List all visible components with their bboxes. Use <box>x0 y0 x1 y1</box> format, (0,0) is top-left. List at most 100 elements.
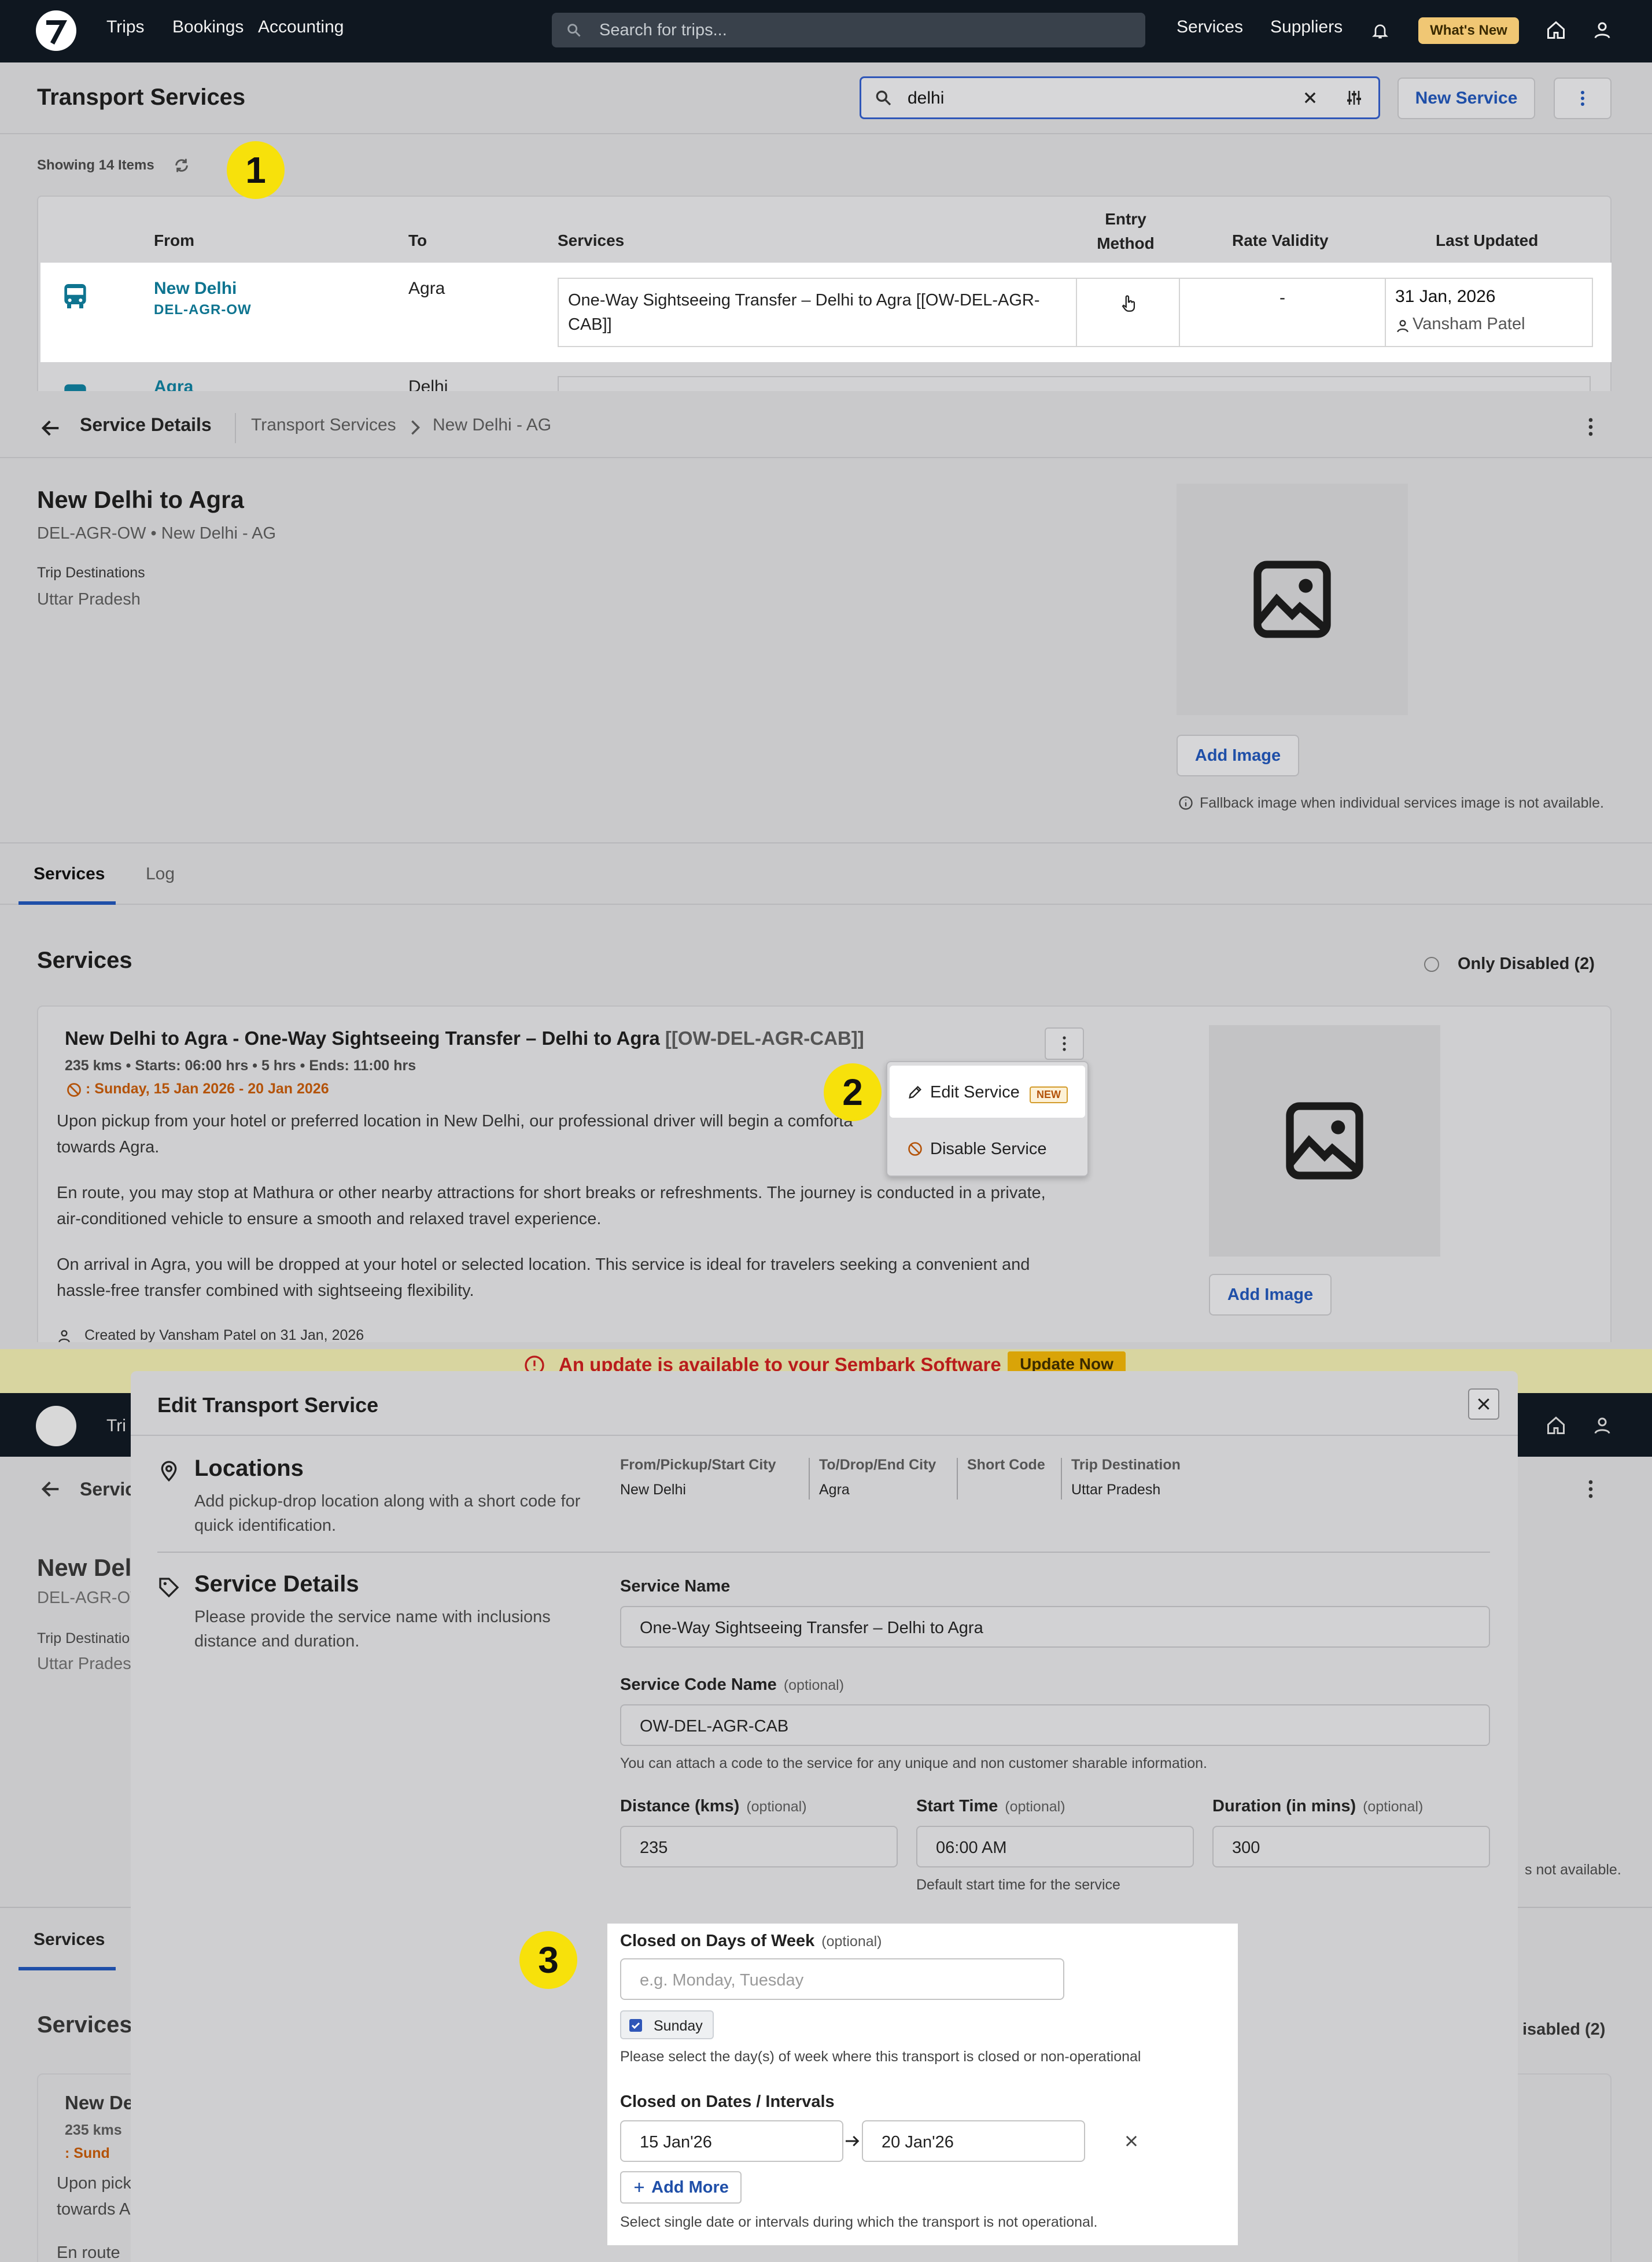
optional-tag: (optional) <box>821 1933 882 1950</box>
distance-input[interactable]: 235 <box>620 1826 898 1867</box>
only-disabled-label[interactable]: Only Disabled (2) <box>1458 955 1595 974</box>
user-icon[interactable] <box>1592 20 1613 40</box>
service-card-title: New Delhi to Agra - One-Way Sightseeing … <box>65 1027 864 1049</box>
disable-service-label: Disable Service <box>930 1140 1047 1158</box>
only-disabled-radio[interactable] <box>1424 957 1439 972</box>
service-description: Upon pick towards A <box>57 2171 131 2223</box>
close-modal-button[interactable] <box>1468 1388 1499 1420</box>
row-entry-method-cell <box>1076 278 1180 347</box>
day-chip-sunday[interactable]: Sunday <box>620 2010 714 2039</box>
new-service-button[interactable]: New Service <box>1397 78 1535 119</box>
edit-service-label: Edit Service <box>930 1083 1020 1101</box>
meta-distance: 235 kms <box>65 1058 122 1074</box>
row-to-city: Agra <box>408 279 445 298</box>
app-logo <box>36 1406 76 1446</box>
service-closed-dates: : Sunday, 15 Jan 2026 - 20 Jan 2026 <box>86 1081 329 1097</box>
nav-bookings[interactable]: Bookings <box>172 17 244 37</box>
vertical-dots-icon[interactable] <box>1585 415 1596 439</box>
service-code-hint: You can attach a code to the service for… <box>620 1755 1207 1771</box>
hand-pointer-icon <box>1122 295 1135 312</box>
tab-log[interactable]: Log <box>146 864 175 884</box>
add-more-label: Add More <box>651 2178 729 2197</box>
app-logo[interactable] <box>36 10 76 51</box>
row-service-cell <box>558 376 1591 391</box>
locations-section-desc: Add pickup-drop location along with a sh… <box>194 1489 580 1538</box>
closed-days-input[interactable]: e.g. Monday, Tuesday <box>620 1958 1064 2000</box>
services-search-input[interactable]: delhi <box>860 76 1380 119</box>
closed-date-from-input[interactable]: 15 Jan'26 <box>620 2120 843 2162</box>
details-header-title: Service Details <box>80 414 212 435</box>
nav-services[interactable]: Services <box>1177 17 1243 37</box>
details-tabs <box>0 842 1652 905</box>
add-image-button[interactable]: Add Image <box>1177 735 1299 776</box>
location-pin-icon <box>161 1461 177 1482</box>
description-line: En route, you may stop at Mathura or oth… <box>57 1184 1046 1202</box>
top-navbar: Trips Bookings Accounting Search for tri… <box>0 0 1652 62</box>
service-add-image-button[interactable]: Add Image <box>1209 1274 1332 1316</box>
clear-search-icon[interactable] <box>1302 90 1318 106</box>
description-line: towards A <box>57 2200 131 2219</box>
vertical-dots-icon <box>1588 1480 1593 1498</box>
col-rate-validity: Rate Validity <box>1232 231 1329 249</box>
row-from-city[interactable]: New Delhi <box>154 279 237 299</box>
row-service-cell[interactable]: One-Way Sightseeing Transfer – Delhi to … <box>558 278 1077 347</box>
plus-icon <box>635 2183 644 2192</box>
description-line: air-conditioned vehicle to ensure a smoo… <box>57 1210 602 1228</box>
nav-accounting[interactable]: Accounting <box>258 17 344 37</box>
location-trip-destination: Trip Destination Uttar Pradesh <box>1071 1457 1181 1498</box>
col-last-updated: Last Updated <box>1436 231 1539 249</box>
menu-item-edit-service[interactable]: Edit Service NEW <box>890 1066 1085 1118</box>
more-options-button[interactable] <box>1554 78 1612 119</box>
row-rate-validity: - <box>1279 288 1285 307</box>
breadcrumb-transport-services[interactable]: Transport Services <box>251 415 396 435</box>
service-code: DEL-AGR-OV <box>37 1589 142 1607</box>
filter-sliders-icon[interactable] <box>1345 89 1363 107</box>
service-code-input[interactable]: OW-DEL-AGR-CAB <box>620 1704 1490 1746</box>
service-code-label-text: Service Code Name <box>620 1675 777 1694</box>
service-description: On arrival in Agra, you will be dropped … <box>57 1252 1098 1304</box>
home-icon[interactable] <box>1546 20 1566 40</box>
start-time-input[interactable]: 06:00 AM <box>916 1826 1194 1867</box>
location-from-value: New Delhi <box>620 1482 686 1498</box>
remove-interval-icon[interactable] <box>1123 2133 1140 2149</box>
row-to-city: Delhi <box>408 377 448 391</box>
desc-line: distance and duration. <box>194 1632 360 1651</box>
whats-new-button[interactable]: What's New <box>1418 17 1519 44</box>
global-search-input[interactable]: Search for trips... <box>552 13 1145 47</box>
details-section-desc: Please provide the service name with inc… <box>194 1605 551 1653</box>
search-icon <box>567 24 581 37</box>
add-more-dates-button[interactable]: Add More <box>620 2171 742 2204</box>
bell-icon[interactable] <box>1371 21 1389 40</box>
description-line: hassle-free transfer combined with sight… <box>57 1281 474 1300</box>
sunday-label: Sunday <box>654 2018 703 2034</box>
closed-date-to-input[interactable]: 20 Jan'26 <box>862 2120 1085 2162</box>
duration-input[interactable]: 300 <box>1212 1826 1490 1867</box>
closed-days-hint: Please select the day(s) of week where t… <box>620 2049 1141 2065</box>
menu-item-disable-service[interactable]: Disable Service <box>890 1122 1085 1174</box>
row-from-city[interactable]: Agra <box>154 377 193 391</box>
services-heading: Services <box>37 2012 132 2038</box>
service-actions-button[interactable] <box>1045 1027 1084 1060</box>
service-card-name: New De <box>65 2092 134 2113</box>
trip-destination-value: Uttar Pradesh <box>1071 1482 1161 1498</box>
modal-title: Edit Transport Service <box>157 1393 379 1417</box>
only-disabled-label: isabled (2) <box>1522 2020 1606 2039</box>
tab-services[interactable]: Services <box>34 864 105 884</box>
step-badge-3: 3 <box>519 1931 577 1989</box>
refresh-icon[interactable] <box>172 156 191 175</box>
nav-trips[interactable]: Trips <box>106 17 145 37</box>
table-row[interactable]: New Delhi DEL-AGR-OW Agra One-Way Sights… <box>40 263 1612 362</box>
chevron-right-icon <box>411 420 421 435</box>
optional-tag: (optional) <box>1363 1799 1424 1815</box>
description-line: En route <box>57 2243 120 2262</box>
page-title: Transport Services <box>37 84 246 110</box>
row-rate-validity-cell: - <box>1179 278 1386 347</box>
service-name-input[interactable]: One-Way Sightseeing Transfer – Delhi to … <box>620 1606 1490 1648</box>
sunday-checkbox[interactable] <box>629 2019 642 2032</box>
nav-suppliers[interactable]: Suppliers <box>1270 17 1343 37</box>
col-entry-method: Entry Method <box>1097 210 1155 252</box>
service-short-name: New Delhi - AG <box>161 524 276 543</box>
back-arrow-icon[interactable] <box>39 417 62 440</box>
image-placeholder <box>1177 484 1408 715</box>
start-time-hint: Default start time for the service <box>916 1877 1120 1893</box>
